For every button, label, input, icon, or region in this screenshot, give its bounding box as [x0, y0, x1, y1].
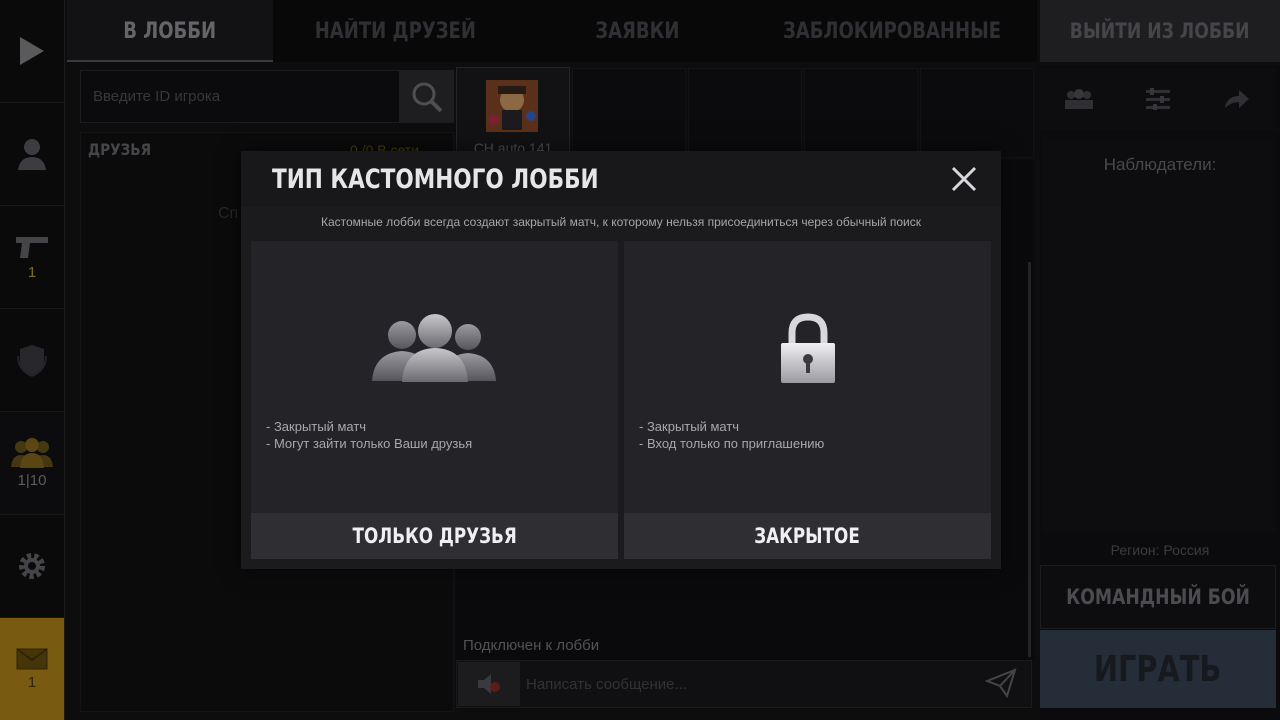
option-description: - Закрытый матч - Вход только по приглаш…	[639, 419, 825, 451]
dialog-subtitle: Кастомные лобби всегда создают закрытый …	[320, 215, 922, 229]
close-icon	[951, 166, 977, 192]
friends-group-icon	[372, 314, 496, 382]
option-card-friends-only[interactable]: - Закрытый матч - Могут зайти только Ваш…	[251, 241, 618, 559]
option-description: - Закрытый матч - Могут зайти только Ваш…	[266, 419, 473, 451]
friends-only-button[interactable]: ТОЛЬКО ДРУЗЬЯ	[251, 513, 618, 559]
option-card-closed[interactable]: - Закрытый матч - Вход только по приглаш…	[624, 241, 991, 559]
closed-lobby-button[interactable]: ЗАКРЫТОЕ	[624, 513, 991, 559]
padlock-icon	[781, 313, 835, 383]
dialog-title: ТИП КАСТОМНОГО ЛОББИ	[272, 164, 599, 195]
close-button[interactable]	[948, 163, 980, 195]
